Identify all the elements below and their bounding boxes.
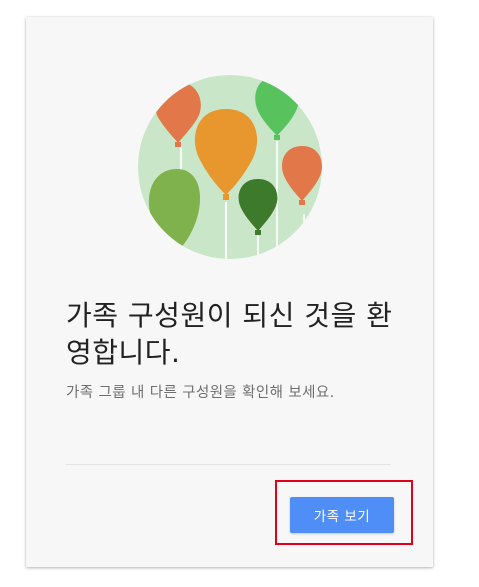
welcome-dialog: 가족 구성원이 되신 것을 환영합니다. 가족 그룹 내 다른 구성원을 확인해…: [26, 17, 433, 567]
divider: [66, 464, 391, 465]
view-family-button[interactable]: 가족 보기: [290, 497, 394, 533]
welcome-subtitle: 가족 그룹 내 다른 구성원을 확인해 보세요.: [66, 385, 335, 401]
welcome-heading: 가족 구성원이 되신 것을 환영합니다.: [66, 299, 393, 369]
family-balloons-icon: [138, 75, 322, 259]
